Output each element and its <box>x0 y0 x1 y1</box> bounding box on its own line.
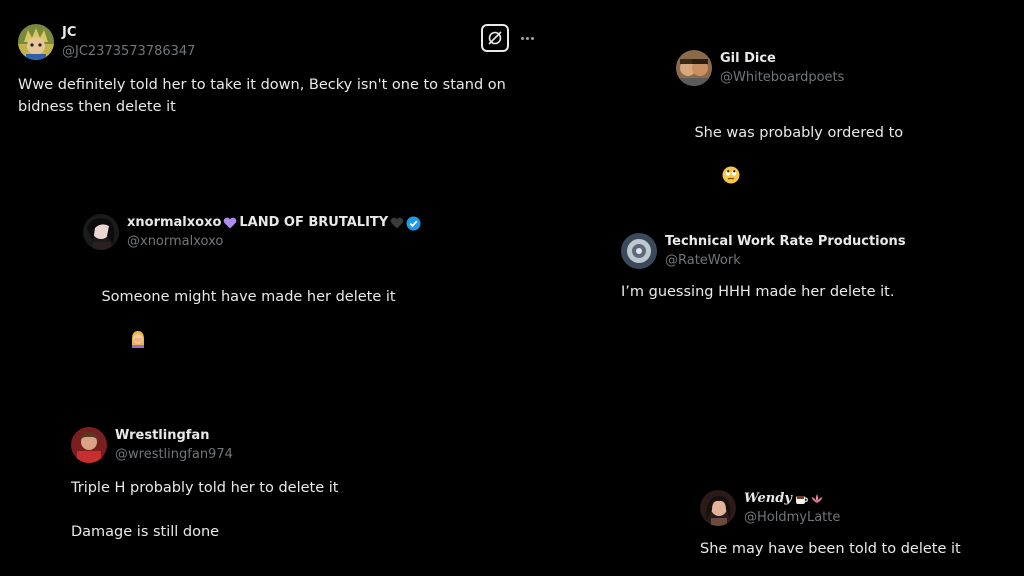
tweet-text: She was probably ordered to <box>676 100 996 235</box>
reply-tweet-jc[interactable]: JC @JC2373573786347 Wwe definitely told … <box>18 24 518 118</box>
user-handle[interactable]: @wrestlingfan974 <box>115 446 233 464</box>
avatar[interactable] <box>700 490 736 526</box>
tweet-text: I’m guessing HHH made her delete it. <box>621 284 895 300</box>
avatar[interactable] <box>18 24 54 60</box>
tweet-text: Someone might have made her delete it <box>83 264 503 399</box>
reply-tweet-gil-dice[interactable]: Gil Dice @Whiteboardpoets She was probab… <box>676 50 996 235</box>
user-handle[interactable]: @xnormalxoxo <box>127 233 420 251</box>
reply-tweet-wendy[interactable]: Wendy @HoldmyLatte She may have been tol… <box>700 490 1000 560</box>
more-options-icon[interactable] <box>517 28 537 48</box>
user-handle[interactable]: @Whiteboardpoets <box>720 69 844 87</box>
avatar[interactable] <box>621 233 657 269</box>
reply-tweet-wrestlingfan[interactable]: Wrestlingfan @wrestlingfan974 Triple H p… <box>71 427 451 543</box>
display-name[interactable]: Gil Dice <box>720 50 844 68</box>
user-handle[interactable]: @JC2373573786347 <box>62 43 195 61</box>
display-name-text: xnormalxoxo <box>127 215 222 230</box>
tweet-text-content: Someone might have made her delete it <box>101 289 396 305</box>
avatar[interactable] <box>676 50 712 86</box>
tweet-text: She may have been told to delete it <box>700 541 961 557</box>
display-name[interactable]: xnormalxoxo LAND OF BRUTALITY <box>127 214 421 232</box>
avatar[interactable] <box>83 214 119 250</box>
user-handle[interactable]: @HoldmyLatte <box>744 509 840 527</box>
tweet-text: Triple H probably told her to delete it … <box>71 480 339 540</box>
reply-tweet-xnormalxoxo[interactable]: xnormalxoxo LAND OF BRUTALITY @xnormalxo… <box>83 214 503 399</box>
display-name-suffix: LAND OF BRUTALITY <box>239 215 389 230</box>
rolling-eyes-emoji-icon <box>694 144 740 213</box>
grok-icon[interactable] <box>481 24 509 52</box>
lotus-icon <box>810 492 824 506</box>
display-name[interactable]: Wrestlingfan <box>115 427 233 445</box>
person-facepalming-emoji-icon <box>101 308 147 377</box>
tweet-text-content: She was probably ordered to <box>694 125 904 141</box>
black-heart-icon <box>390 216 404 230</box>
verified-badge-icon[interactable] <box>406 216 421 231</box>
display-name[interactable]: Technical Work Rate Productions <box>665 233 906 251</box>
purple-heart-icon <box>223 216 237 230</box>
display-name[interactable]: JC <box>62 24 195 42</box>
avatar[interactable] <box>71 427 107 463</box>
display-name-text: Wendy <box>744 491 792 506</box>
coffee-cup-icon <box>794 492 808 506</box>
tweet-text: Wwe definitely told her to take it down,… <box>18 77 506 115</box>
user-handle[interactable]: @RateWork <box>665 252 906 270</box>
display-name[interactable]: Wendy <box>744 490 840 508</box>
reply-tweet-ratework[interactable]: Technical Work Rate Productions @RateWor… <box>621 233 1001 303</box>
